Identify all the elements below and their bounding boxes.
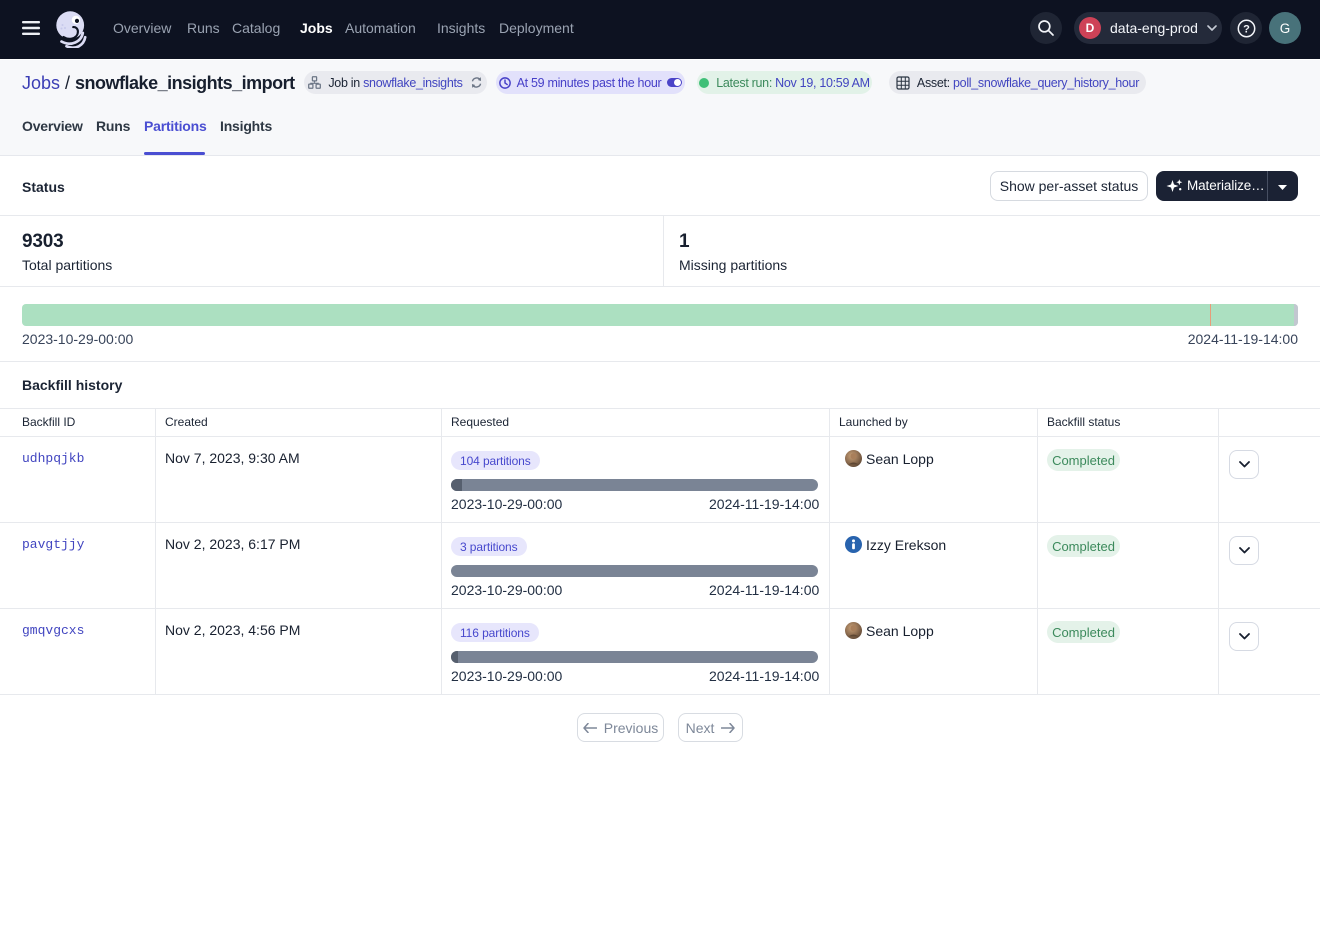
svg-text:?: ?	[1243, 23, 1250, 35]
